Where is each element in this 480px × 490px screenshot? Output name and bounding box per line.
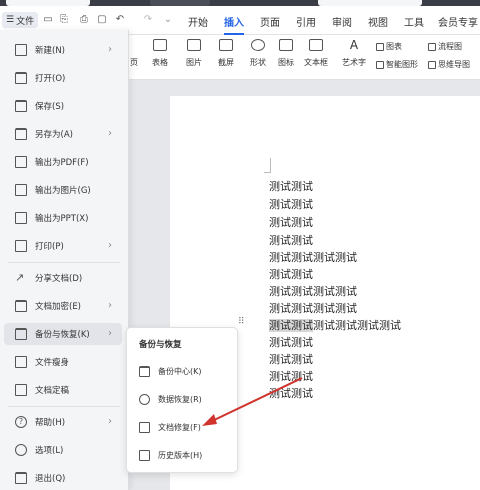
annotation-arrow (202, 377, 303, 426)
annotation-arrow-line (209, 377, 303, 423)
annotation-arrow-head (202, 414, 217, 426)
